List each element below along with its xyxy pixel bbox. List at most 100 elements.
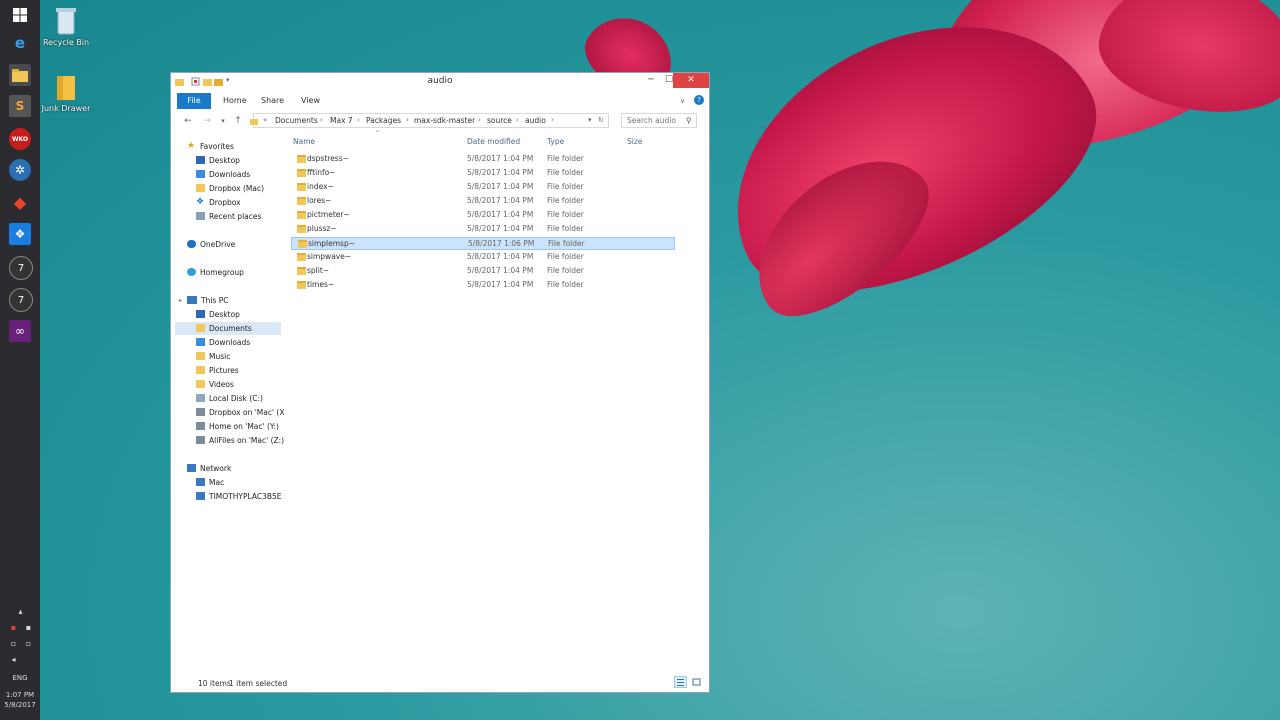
column-header-size[interactable]: Size [627,137,642,146]
internet-explorer-icon[interactable]: e [9,32,31,54]
app-icon[interactable]: ✲ [9,159,31,181]
desktop-icon-recycle-bin[interactable]: Recycle Bin [38,6,94,47]
breadcrumb-overflow[interactable]: « [263,116,267,124]
desktop-icon [196,310,205,318]
chevron-down-icon[interactable]: ▾ [588,116,592,124]
sublime-text-icon[interactable]: S [9,95,31,117]
folder-icon [53,72,79,102]
title-bar[interactable]: ▾ audio ─ ☐ ✕ [171,73,709,91]
folder-icon [250,119,258,125]
table-row[interactable]: plussz~ 5/8/2017 1:04 PM File folder [291,223,675,236]
table-row[interactable]: split~ 5/8/2017 1:04 PM File folder [291,265,675,278]
file-name: simpwave~ [307,252,352,261]
chevron-down-icon[interactable]: ∨ [680,93,685,109]
table-row[interactable]: lores~ 5/8/2017 1:04 PM File folder [291,195,675,208]
folder-icon [297,225,306,233]
table-row[interactable]: fftinfo~ 5/8/2017 1:04 PM File folder [291,167,675,180]
breadcrumb-source[interactable]: source [487,116,512,125]
file-type: File folder [547,280,584,289]
file-date: 5/8/2017 1:04 PM [467,266,534,275]
folder-icon [297,155,306,163]
table-row[interactable]: index~ 5/8/2017 1:04 PM File folder [291,181,675,194]
recent-locations-icon[interactable]: ▾ [217,115,229,127]
clock-date: 5/8/2017 [4,701,36,709]
max7-icon[interactable]: 7 [9,256,33,280]
music-icon [196,352,205,360]
breadcrumb-packages[interactable]: Packages [366,116,401,125]
folder-icon [297,267,306,275]
details-view-button[interactable] [674,676,687,688]
help-icon[interactable]: ? [694,95,704,105]
search-input[interactable]: Search audio ⚲ [621,113,697,128]
desktop-icon [196,156,205,164]
volume-icon[interactable]: ◂ [9,655,18,664]
table-row[interactable]: dspstress~ 5/8/2017 1:04 PM File folder [291,153,675,166]
refresh-icon[interactable]: ↻ [598,116,604,124]
visual-studio-icon[interactable]: ∞ [9,320,31,342]
breadcrumb-max-sdk-master[interactable]: max-sdk-master [414,116,475,125]
file-date: 5/8/2017 1:04 PM [467,224,534,233]
file-explorer-icon[interactable] [9,64,31,86]
tab-file[interactable]: File [177,93,211,109]
max7-icon[interactable]: 7 [9,288,33,312]
breadcrumb-separator: › [516,116,519,124]
tray-app-icon[interactable]: ▪ [9,623,18,632]
file-name: pictmeter~ [307,210,350,219]
file-type: File folder [547,168,584,177]
git-icon[interactable]: ◆ [9,191,31,213]
tray-app-icon[interactable]: ▪ [24,623,33,632]
close-button[interactable]: ✕ [673,73,709,88]
folder-icon [297,169,306,177]
column-header-type[interactable]: Type [547,137,564,146]
file-name: fftinfo~ [307,168,336,177]
table-row[interactable]: simpwave~ 5/8/2017 1:04 PM File folder [291,251,675,264]
tab-share[interactable]: Share [261,93,284,109]
drive-icon [196,394,205,402]
breadcrumb-separator: › [320,116,323,124]
file-type: File folder [547,252,584,261]
selection-count: 1 item selected [229,679,288,688]
network-icon[interactable]: ▫ [24,639,33,648]
dropbox-icon[interactable]: ❖ [9,223,31,245]
file-type: File folder [547,210,584,219]
file-date: 5/8/2017 1:06 PM [468,239,535,248]
tab-home[interactable]: Home [223,93,247,109]
wko-icon[interactable]: WKO [9,128,31,150]
file-name: times~ [307,280,335,289]
windows-start-icon[interactable] [9,4,31,26]
file-name: plussz~ [307,224,337,233]
file-name: dspstress~ [307,154,349,163]
taskbar: e S WKO ✲ ◆ ❖ 7 7 ∞ ▴ ▪ ▪ ▫ ▫ ◂ ENG 1:07… [0,0,40,720]
language-indicator[interactable]: ENG [0,674,40,682]
pictures-icon [196,366,205,374]
address-bar[interactable]: « Documents › Max 7 › Packages › max-sdk… [250,113,609,128]
forward-icon[interactable]: → [201,115,213,127]
clock-time: 1:07 PM [5,691,35,699]
cloud-icon [187,240,196,248]
file-date: 5/8/2017 1:04 PM [467,154,534,163]
chevron-up-icon[interactable]: ▴ [16,607,25,616]
table-row[interactable]: pictmeter~ 5/8/2017 1:04 PM File folder [291,209,675,222]
breadcrumb-max7[interactable]: Max 7 [330,116,353,125]
large-icons-view-button[interactable] [690,676,703,688]
back-icon[interactable]: ← [182,115,194,127]
file-type: File folder [547,196,584,205]
column-header-name[interactable]: Name [293,137,315,146]
network-drive-icon [196,436,205,444]
table-row[interactable]: simplemsp~ 5/8/2017 1:06 PM File folder [291,237,675,250]
videos-icon [196,380,205,388]
breadcrumb-documents[interactable]: Documents [275,116,318,125]
up-icon[interactable]: ↑ [232,115,244,127]
network-drive-icon [196,408,205,416]
file-date: 5/8/2017 1:04 PM [467,280,534,289]
breadcrumb-audio[interactable]: audio [525,116,546,125]
tab-view[interactable]: View [301,93,320,109]
desktop-icon-junk-drawer[interactable]: Junk Drawer [38,72,94,113]
nav-item-documents[interactable]: Documents [175,322,281,335]
file-date: 5/8/2017 1:04 PM [467,182,534,191]
table-row[interactable]: times~ 5/8/2017 1:04 PM File folder [291,279,675,292]
network-drive-icon [196,422,205,430]
column-header-date[interactable]: Date modified [467,137,520,146]
clock[interactable]: 1:07 PM 5/8/2017 [0,690,40,710]
tray-app-icon[interactable]: ▫ [9,639,18,648]
